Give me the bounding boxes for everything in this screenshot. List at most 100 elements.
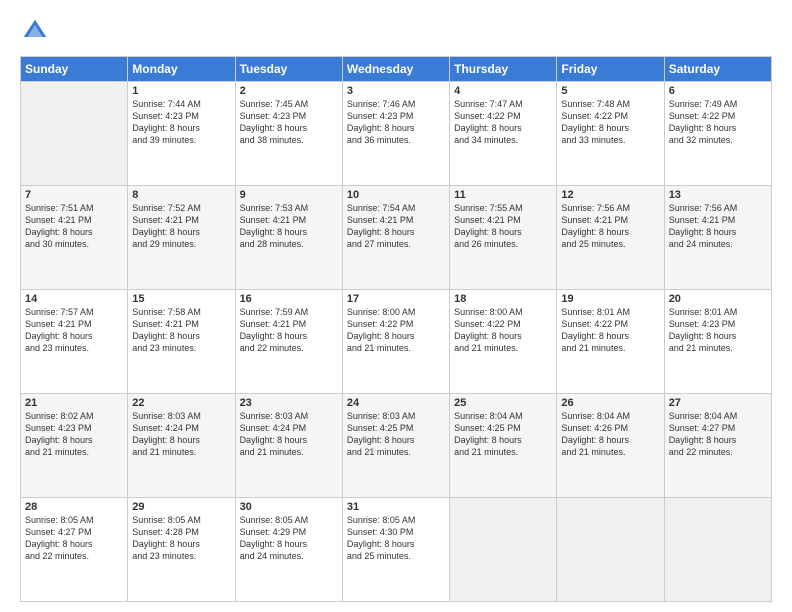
day-number: 21 xyxy=(25,397,123,409)
calendar-cell: 11Sunrise: 7:55 AM Sunset: 4:21 PM Dayli… xyxy=(450,186,557,290)
day-number: 13 xyxy=(669,189,767,201)
day-number: 14 xyxy=(25,293,123,305)
calendar-cell: 21Sunrise: 8:02 AM Sunset: 4:23 PM Dayli… xyxy=(21,394,128,498)
day-number: 15 xyxy=(132,293,230,305)
day-info: Sunrise: 8:05 AM Sunset: 4:30 PM Dayligh… xyxy=(347,514,445,563)
day-info: Sunrise: 7:51 AM Sunset: 4:21 PM Dayligh… xyxy=(25,202,123,251)
day-number: 22 xyxy=(132,397,230,409)
weekday-header-wednesday: Wednesday xyxy=(342,57,449,82)
day-info: Sunrise: 8:03 AM Sunset: 4:24 PM Dayligh… xyxy=(132,410,230,459)
calendar-cell: 26Sunrise: 8:04 AM Sunset: 4:26 PM Dayli… xyxy=(557,394,664,498)
calendar-cell: 16Sunrise: 7:59 AM Sunset: 4:21 PM Dayli… xyxy=(235,290,342,394)
weekday-header-sunday: Sunday xyxy=(21,57,128,82)
day-number: 28 xyxy=(25,501,123,513)
day-number: 27 xyxy=(669,397,767,409)
calendar-row-3: 21Sunrise: 8:02 AM Sunset: 4:23 PM Dayli… xyxy=(21,394,772,498)
weekday-header-friday: Friday xyxy=(557,57,664,82)
day-number: 5 xyxy=(561,85,659,97)
calendar-cell: 22Sunrise: 8:03 AM Sunset: 4:24 PM Dayli… xyxy=(128,394,235,498)
logo-icon xyxy=(20,16,50,46)
calendar-cell xyxy=(21,82,128,186)
calendar-cell xyxy=(664,498,771,602)
day-number: 7 xyxy=(25,189,123,201)
page: SundayMondayTuesdayWednesdayThursdayFrid… xyxy=(0,0,792,612)
calendar-cell: 27Sunrise: 8:04 AM Sunset: 4:27 PM Dayli… xyxy=(664,394,771,498)
weekday-header-saturday: Saturday xyxy=(664,57,771,82)
day-info: Sunrise: 8:04 AM Sunset: 4:25 PM Dayligh… xyxy=(454,410,552,459)
day-number: 24 xyxy=(347,397,445,409)
day-info: Sunrise: 8:03 AM Sunset: 4:25 PM Dayligh… xyxy=(347,410,445,459)
day-number: 20 xyxy=(669,293,767,305)
calendar-cell: 29Sunrise: 8:05 AM Sunset: 4:28 PM Dayli… xyxy=(128,498,235,602)
day-number: 30 xyxy=(240,501,338,513)
day-info: Sunrise: 7:56 AM Sunset: 4:21 PM Dayligh… xyxy=(669,202,767,251)
calendar-table: SundayMondayTuesdayWednesdayThursdayFrid… xyxy=(20,56,772,602)
day-number: 25 xyxy=(454,397,552,409)
day-info: Sunrise: 8:02 AM Sunset: 4:23 PM Dayligh… xyxy=(25,410,123,459)
day-number: 16 xyxy=(240,293,338,305)
calendar-cell: 3Sunrise: 7:46 AM Sunset: 4:23 PM Daylig… xyxy=(342,82,449,186)
day-info: Sunrise: 8:00 AM Sunset: 4:22 PM Dayligh… xyxy=(347,306,445,355)
day-number: 3 xyxy=(347,85,445,97)
calendar-row-0: 1Sunrise: 7:44 AM Sunset: 4:23 PM Daylig… xyxy=(21,82,772,186)
calendar-cell: 14Sunrise: 7:57 AM Sunset: 4:21 PM Dayli… xyxy=(21,290,128,394)
weekday-header-thursday: Thursday xyxy=(450,57,557,82)
calendar-cell: 30Sunrise: 8:05 AM Sunset: 4:29 PM Dayli… xyxy=(235,498,342,602)
day-number: 6 xyxy=(669,85,767,97)
day-info: Sunrise: 8:04 AM Sunset: 4:27 PM Dayligh… xyxy=(669,410,767,459)
day-info: Sunrise: 7:54 AM Sunset: 4:21 PM Dayligh… xyxy=(347,202,445,251)
day-number: 9 xyxy=(240,189,338,201)
weekday-header-monday: Monday xyxy=(128,57,235,82)
calendar-cell: 5Sunrise: 7:48 AM Sunset: 4:22 PM Daylig… xyxy=(557,82,664,186)
day-info: Sunrise: 7:49 AM Sunset: 4:22 PM Dayligh… xyxy=(669,98,767,147)
day-info: Sunrise: 8:01 AM Sunset: 4:23 PM Dayligh… xyxy=(669,306,767,355)
logo xyxy=(20,16,54,46)
day-info: Sunrise: 8:01 AM Sunset: 4:22 PM Dayligh… xyxy=(561,306,659,355)
day-number: 26 xyxy=(561,397,659,409)
day-info: Sunrise: 7:57 AM Sunset: 4:21 PM Dayligh… xyxy=(25,306,123,355)
day-info: Sunrise: 7:58 AM Sunset: 4:21 PM Dayligh… xyxy=(132,306,230,355)
day-info: Sunrise: 8:03 AM Sunset: 4:24 PM Dayligh… xyxy=(240,410,338,459)
calendar-cell: 24Sunrise: 8:03 AM Sunset: 4:25 PM Dayli… xyxy=(342,394,449,498)
day-number: 1 xyxy=(132,85,230,97)
day-info: Sunrise: 8:05 AM Sunset: 4:28 PM Dayligh… xyxy=(132,514,230,563)
calendar-cell: 6Sunrise: 7:49 AM Sunset: 4:22 PM Daylig… xyxy=(664,82,771,186)
day-number: 31 xyxy=(347,501,445,513)
header xyxy=(20,16,772,46)
calendar-cell: 10Sunrise: 7:54 AM Sunset: 4:21 PM Dayli… xyxy=(342,186,449,290)
calendar-cell xyxy=(450,498,557,602)
day-info: Sunrise: 7:46 AM Sunset: 4:23 PM Dayligh… xyxy=(347,98,445,147)
calendar-cell: 2Sunrise: 7:45 AM Sunset: 4:23 PM Daylig… xyxy=(235,82,342,186)
calendar-cell: 18Sunrise: 8:00 AM Sunset: 4:22 PM Dayli… xyxy=(450,290,557,394)
day-info: Sunrise: 7:45 AM Sunset: 4:23 PM Dayligh… xyxy=(240,98,338,147)
day-number: 19 xyxy=(561,293,659,305)
calendar-cell: 4Sunrise: 7:47 AM Sunset: 4:22 PM Daylig… xyxy=(450,82,557,186)
day-number: 11 xyxy=(454,189,552,201)
day-info: Sunrise: 7:56 AM Sunset: 4:21 PM Dayligh… xyxy=(561,202,659,251)
day-number: 23 xyxy=(240,397,338,409)
day-info: Sunrise: 8:04 AM Sunset: 4:26 PM Dayligh… xyxy=(561,410,659,459)
calendar-cell: 12Sunrise: 7:56 AM Sunset: 4:21 PM Dayli… xyxy=(557,186,664,290)
calendar-cell: 25Sunrise: 8:04 AM Sunset: 4:25 PM Dayli… xyxy=(450,394,557,498)
day-number: 17 xyxy=(347,293,445,305)
day-number: 10 xyxy=(347,189,445,201)
calendar-cell: 15Sunrise: 7:58 AM Sunset: 4:21 PM Dayli… xyxy=(128,290,235,394)
calendar-row-4: 28Sunrise: 8:05 AM Sunset: 4:27 PM Dayli… xyxy=(21,498,772,602)
calendar-cell: 23Sunrise: 8:03 AM Sunset: 4:24 PM Dayli… xyxy=(235,394,342,498)
day-number: 29 xyxy=(132,501,230,513)
calendar-row-2: 14Sunrise: 7:57 AM Sunset: 4:21 PM Dayli… xyxy=(21,290,772,394)
calendar-row-1: 7Sunrise: 7:51 AM Sunset: 4:21 PM Daylig… xyxy=(21,186,772,290)
calendar-cell: 19Sunrise: 8:01 AM Sunset: 4:22 PM Dayli… xyxy=(557,290,664,394)
calendar-cell: 13Sunrise: 7:56 AM Sunset: 4:21 PM Dayli… xyxy=(664,186,771,290)
day-number: 4 xyxy=(454,85,552,97)
day-number: 18 xyxy=(454,293,552,305)
calendar-cell: 17Sunrise: 8:00 AM Sunset: 4:22 PM Dayli… xyxy=(342,290,449,394)
calendar-cell: 8Sunrise: 7:52 AM Sunset: 4:21 PM Daylig… xyxy=(128,186,235,290)
day-info: Sunrise: 7:47 AM Sunset: 4:22 PM Dayligh… xyxy=(454,98,552,147)
day-info: Sunrise: 7:53 AM Sunset: 4:21 PM Dayligh… xyxy=(240,202,338,251)
day-number: 12 xyxy=(561,189,659,201)
calendar-cell: 20Sunrise: 8:01 AM Sunset: 4:23 PM Dayli… xyxy=(664,290,771,394)
day-info: Sunrise: 7:52 AM Sunset: 4:21 PM Dayligh… xyxy=(132,202,230,251)
calendar-cell: 28Sunrise: 8:05 AM Sunset: 4:27 PM Dayli… xyxy=(21,498,128,602)
day-number: 2 xyxy=(240,85,338,97)
